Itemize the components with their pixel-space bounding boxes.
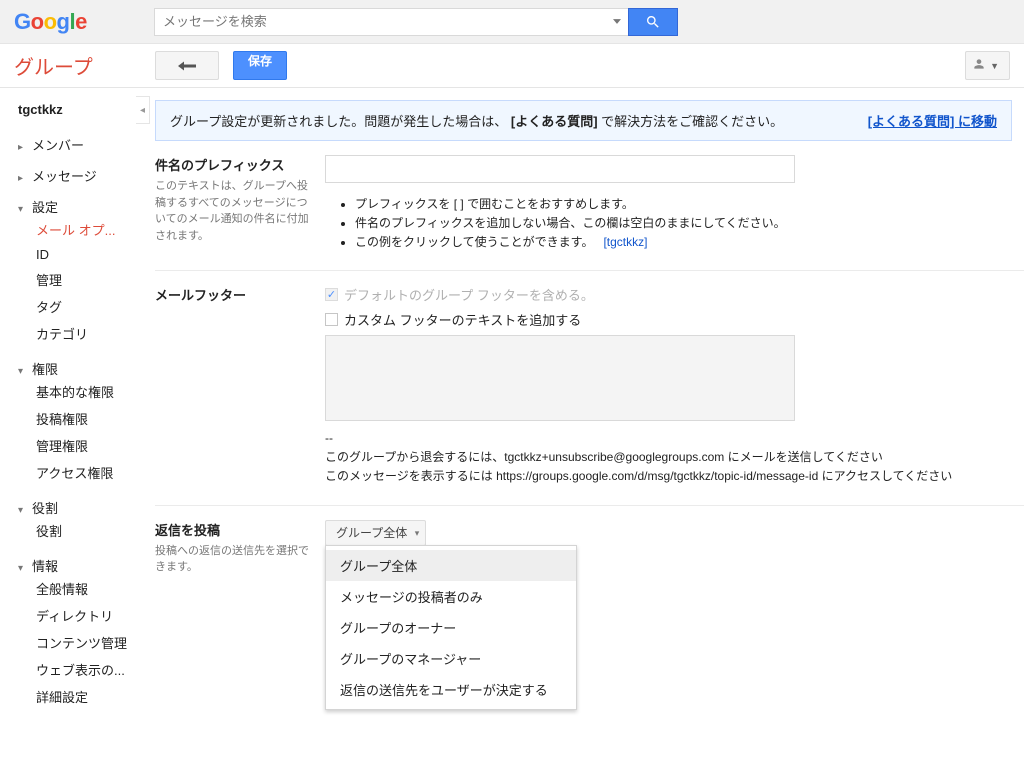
back-button[interactable] — [155, 51, 219, 80]
section-mail-footer: メールフッター ✓ デフォルトのグループ フッターを含める。 カスタム フッター… — [155, 271, 1024, 506]
settings-saved-alert: グループ設定が更新されました。問題が発生した場合は、 [よくある質問] で解決方… — [155, 100, 1012, 141]
reply-to-dropdown-menu: グループ全体 メッセージの投稿者のみ グループのオーナー グループのマネージャー… — [325, 545, 577, 710]
prefix-example-link[interactable]: [tgctkkz] — [603, 235, 647, 249]
nav-info-web[interactable]: ウェブ表示の... — [36, 656, 142, 683]
footer-line-1: このグループから退会するには、tgctkkz+unsubscribe@googl… — [325, 448, 1012, 467]
back-arrow-icon — [178, 59, 196, 73]
nav-members[interactable]: メンバー — [0, 129, 142, 160]
nav-roles-item[interactable]: 役割 — [36, 517, 142, 544]
nav-permissions[interactable]: 権限 基本的な権限 投稿権限 管理権限 アクセス権限 — [0, 353, 142, 492]
alert-bold: [よくある質問] — [511, 114, 598, 129]
footer-line-2: このメッセージを表示するには https://groups.google.com… — [325, 467, 1012, 486]
nav-settings[interactable]: 設定 メール オプ... ID 管理 タグ カテゴリ — [0, 191, 142, 353]
save-button[interactable]: 保存 — [233, 51, 287, 80]
subject-prefix-hints: プレフィックスを [ ] で囲むことをおすすめします。 件名のプレフィックスを追… — [355, 195, 1012, 250]
nav-permissions-basic[interactable]: 基本的な権限 — [36, 378, 142, 405]
nav-settings-mail-options[interactable]: メール オプ... — [36, 216, 142, 243]
account-menu[interactable]: ▼ — [965, 51, 1010, 80]
footer-dashes: -- — [325, 429, 1012, 448]
nav-permissions-label: 権限 — [32, 362, 58, 377]
google-logo: Google — [14, 9, 106, 35]
section-reply-to: 返信を投稿 投稿への返信の送信先を選択できます。 グループ全体 グループ全体 メ… — [155, 506, 1024, 594]
subject-prefix-input[interactable] — [325, 155, 795, 183]
nav-settings-id[interactable]: ID — [36, 243, 142, 266]
alert-faq-link[interactable]: [よくある質問] に移動 — [868, 111, 997, 130]
custom-footer-textarea[interactable] — [325, 335, 795, 421]
custom-footer-row: カスタム フッターのテキストを追加する — [325, 310, 1012, 329]
hint-1: プレフィックスを [ ] で囲むことをおすすめします。 — [355, 195, 1012, 212]
search-button[interactable] — [628, 8, 678, 36]
search-input[interactable] — [154, 8, 606, 36]
hint-2: 件名のプレフィックスを追加しない場合、この欄は空白のままにしてください。 — [355, 214, 1012, 231]
person-icon — [972, 57, 986, 74]
subject-prefix-title: 件名のプレフィックス — [155, 155, 315, 174]
nav-permissions-manage[interactable]: 管理権限 — [36, 432, 142, 459]
nav-info[interactable]: 情報 全般情報 ディレクトリ コンテンツ管理 ウェブ表示の... 詳細設定 — [0, 550, 142, 716]
nav-roles-label: 役割 — [32, 501, 58, 516]
default-footer-row: ✓ デフォルトのグループ フッターを含める。 — [325, 285, 1012, 304]
app-title: グループ — [0, 51, 155, 80]
search-icon — [645, 14, 661, 30]
footer-preview: -- このグループから退会するには、tgctkkz+unsubscribe@go… — [325, 429, 1012, 487]
alert-text-2: で解決方法をご確認ください。 — [601, 114, 783, 129]
search-options-dropdown[interactable] — [606, 8, 628, 36]
subject-prefix-desc: このテキストは、グループへ投稿するすべてのメッセージについてのメール通知の件名に… — [155, 178, 315, 244]
reply-option-user[interactable]: 返信の送信先をユーザーが決定する — [326, 674, 576, 705]
global-header: Google — [0, 0, 1024, 44]
sidebar-collapse-handle[interactable]: ◂ — [136, 96, 150, 124]
hint-3-text: この例をクリックして使うことができます。 — [355, 235, 593, 249]
default-footer-label: デフォルトのグループ フッターを含める。 — [344, 285, 594, 304]
sidebar: tgctkkz ◂ メンバー メッセージ 設定 メール オプ... ID 管理 … — [0, 88, 142, 716]
reply-option-author[interactable]: メッセージの投稿者のみ — [326, 581, 576, 612]
reply-to-desc: 投稿への返信の送信先を選択できます。 — [155, 543, 315, 576]
default-footer-checkbox: ✓ — [325, 288, 338, 301]
reply-option-owner[interactable]: グループのオーナー — [326, 612, 576, 643]
nav-info-advanced[interactable]: 詳細設定 — [36, 683, 142, 710]
nav-info-directory[interactable]: ディレクトリ — [36, 602, 142, 629]
main-content: グループ設定が更新されました。問題が発生した場合は、 [よくある質問] で解決方… — [142, 88, 1024, 716]
nav-info-content[interactable]: コンテンツ管理 — [36, 629, 142, 656]
nav-settings-label: 設定 — [32, 200, 58, 215]
reply-option-group[interactable]: グループ全体 — [326, 550, 576, 581]
nav-permissions-post[interactable]: 投稿権限 — [36, 405, 142, 432]
nav-info-general[interactable]: 全般情報 — [36, 575, 142, 602]
chevron-down-icon: ▼ — [990, 61, 999, 71]
hint-3: この例をクリックして使うことができます。 [tgctkkz] — [355, 233, 1012, 250]
alert-text-1: グループ設定が更新されました。問題が発生した場合は、 — [170, 114, 507, 129]
nav-info-label: 情報 — [32, 559, 58, 574]
mail-footer-title: メールフッター — [155, 285, 315, 304]
custom-footer-checkbox[interactable] — [325, 313, 338, 326]
app-toolbar: グループ 保存 ▼ — [0, 44, 1024, 88]
search-box — [154, 8, 678, 36]
reply-to-dropdown[interactable]: グループ全体 — [325, 520, 426, 546]
nav-settings-manage[interactable]: 管理 — [36, 266, 142, 293]
group-name: tgctkkz — [0, 102, 142, 129]
reply-to-title: 返信を投稿 — [155, 520, 315, 539]
nav-messages[interactable]: メッセージ — [0, 160, 142, 191]
nav-settings-categories[interactable]: カテゴリ — [36, 320, 142, 347]
nav-permissions-access[interactable]: アクセス権限 — [36, 459, 142, 486]
section-subject-prefix: 件名のプレフィックス このテキストは、グループへ投稿するすべてのメッセージについ… — [155, 141, 1024, 271]
reply-option-manager[interactable]: グループのマネージャー — [326, 643, 576, 674]
custom-footer-label: カスタム フッターのテキストを追加する — [344, 310, 581, 329]
nav-roles[interactable]: 役割 役割 — [0, 492, 142, 550]
nav-settings-tags[interactable]: タグ — [36, 293, 142, 320]
